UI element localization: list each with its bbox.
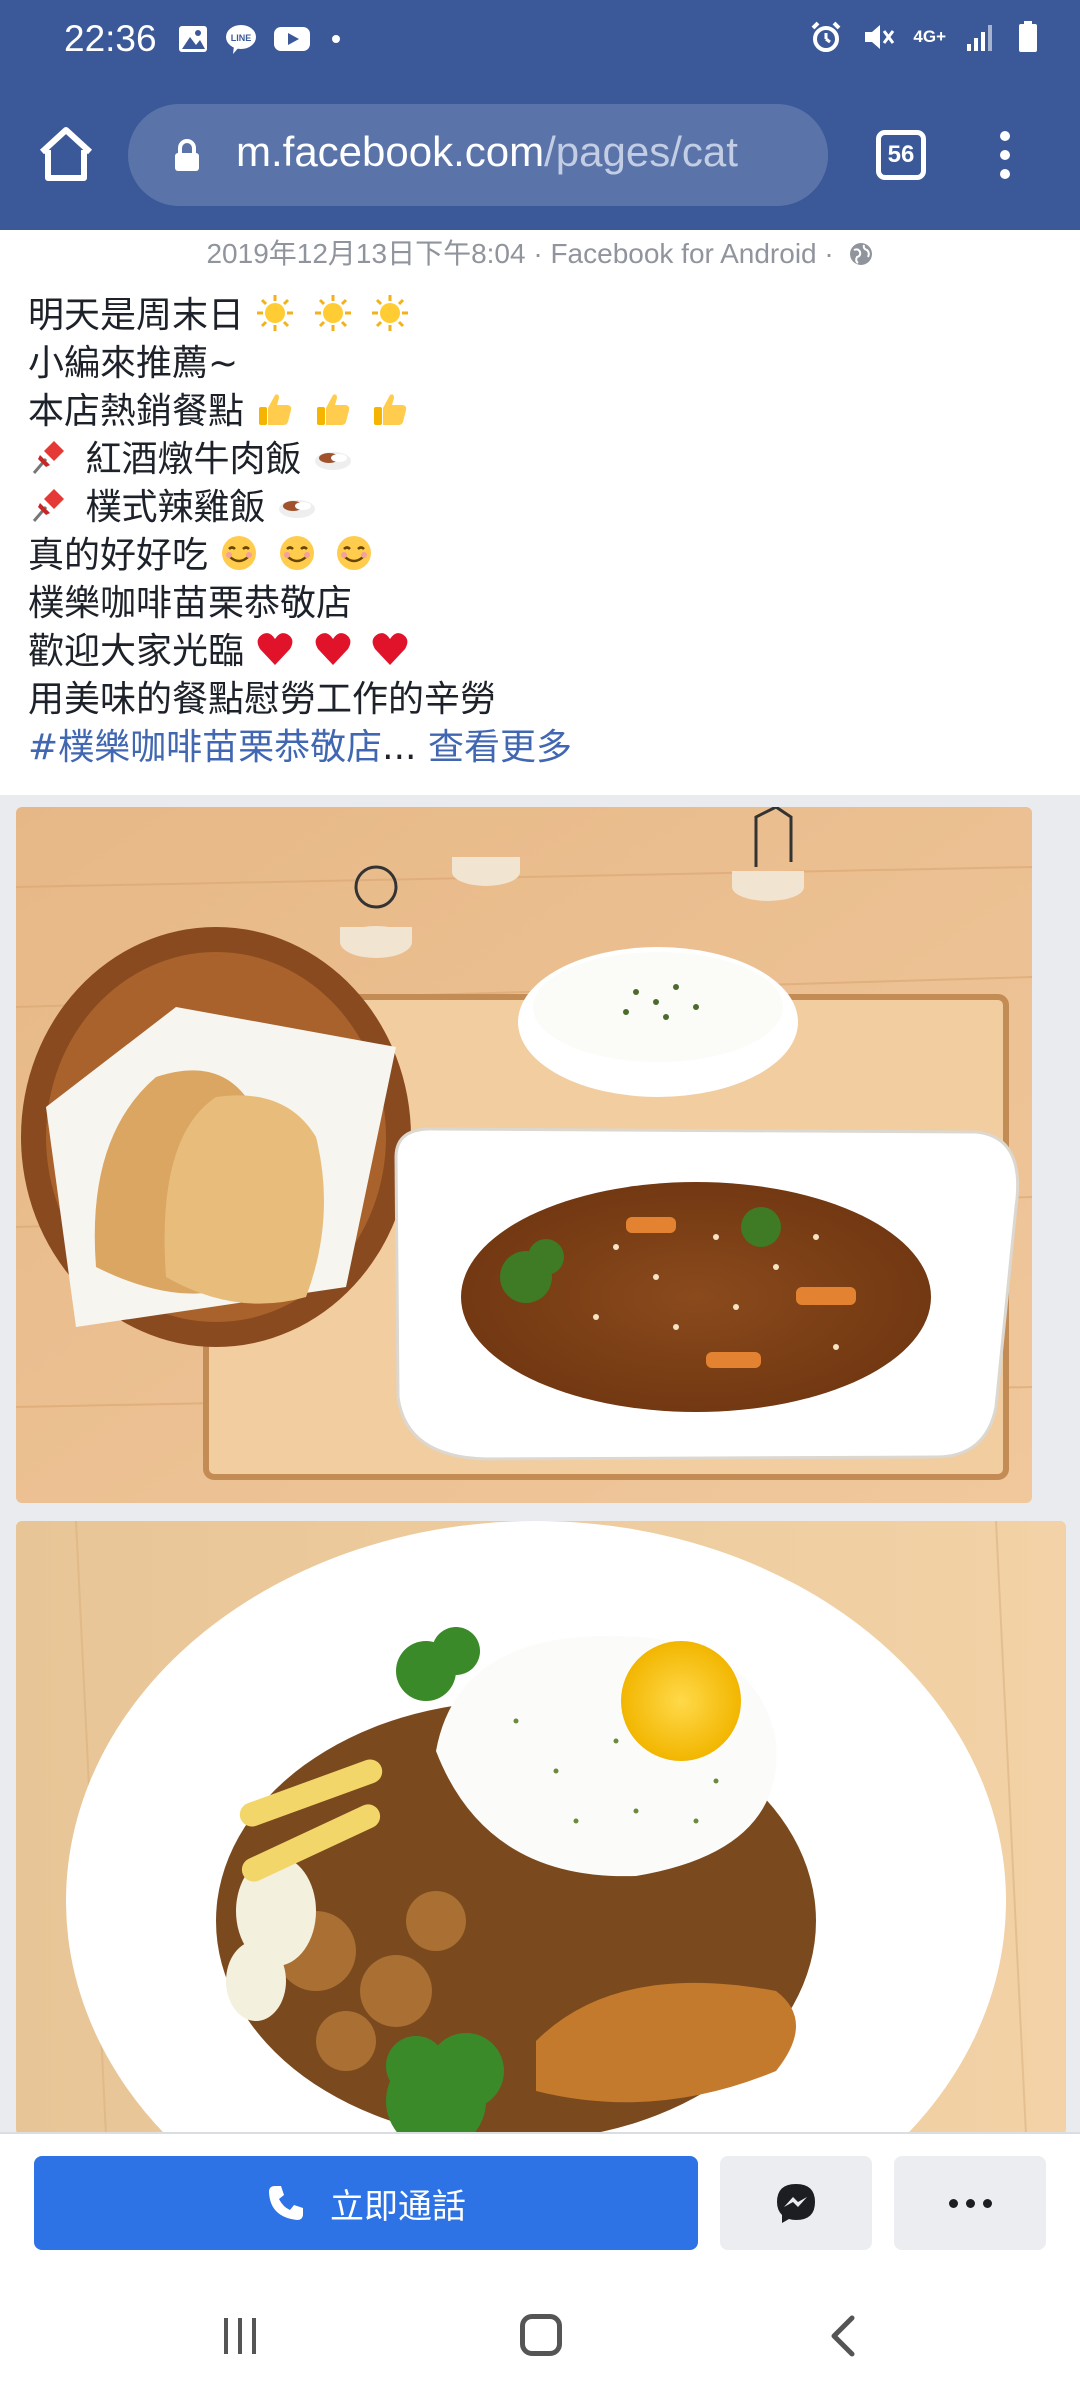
hashtag-link[interactable]: #樸樂咖啡苗栗恭敬店 [28,727,382,768]
smiling-face-emoji-icon [337,536,372,570]
more-notifications-dot-icon [332,35,340,43]
lock-icon [175,139,199,171]
ellipsis: ... [382,727,428,768]
url-toolbar: m.facebook.com/pages/cat 56 [0,100,1080,210]
signal-icon [967,25,992,51]
red-heart-emoji-icon [372,633,408,665]
home-icon[interactable] [34,122,98,186]
line-app-icon: LINE [226,25,256,54]
photo-grid [0,795,1080,2135]
post-line: 小編來推薦~ [28,343,239,384]
home-nav-icon[interactable] [520,2314,562,2356]
red-heart-emoji-icon [258,633,293,665]
curry-rice-emoji-icon [314,452,351,470]
thumbs-up-emoji-icon [259,394,292,425]
sun-emoji-icon [314,295,351,331]
more-options-button[interactable] [894,2156,1046,2250]
thumbs-up-emoji-icon [374,394,407,425]
tab-switcher-button[interactable]: 56 [876,130,926,180]
url-text: m.facebook.com/pages/cat [236,128,738,176]
status-bar: 22:36 LINE 4G+ [0,0,1080,80]
post-photo-curry-chicken-rice[interactable] [16,1521,1066,2135]
page-action-bar: 立即通話 [0,2132,1080,2272]
post-line: 明天是周末日 [28,292,1048,340]
post-line: 樸式辣雞飯 [28,484,1048,532]
curry-rice-emoji-icon [278,500,315,518]
smiling-face-emoji-icon [222,536,257,570]
post-line: 歡迎大家光臨 [28,628,1048,676]
browser-chrome: 22:36 LINE 4G+ m.facebook.com/pages/cat … [0,0,1080,230]
youtube-icon [274,27,310,51]
overflow-menu-icon[interactable] [990,128,1020,184]
post-photo-beef-stew-rice[interactable] [16,807,1032,1503]
post-meta: 2019年12月13日下午8:04 · Facebook for Android… [0,232,1080,272]
back-icon[interactable] [822,2314,866,2358]
post-line: 用美味的餐點慰勞工作的辛勞 [28,679,497,720]
address-bar[interactable]: m.facebook.com/pages/cat [128,104,828,206]
post-line: 紅酒燉牛肉飯 [28,436,1048,484]
call-now-button[interactable]: 立即通話 [34,2156,698,2250]
post-line: #樸樂咖啡苗栗恭敬店... 查看更多 [28,724,1048,772]
post-timestamp: 2019年12月13日下午8:04 · Facebook for Android… [206,238,834,269]
gallery-icon [179,26,207,52]
post-line: 本店熱銷餐點 [28,388,1048,436]
pushpin-emoji-icon [32,489,64,522]
sun-emoji-icon [257,295,294,331]
post-line: 真的好好吃 [28,532,1048,580]
messenger-button[interactable] [720,2156,872,2250]
phone-icon [269,2186,303,2220]
messenger-icon [777,2184,815,2223]
see-more-link[interactable]: 查看更多 [428,727,572,768]
red-heart-emoji-icon [315,633,351,665]
call-now-label: 立即通話 [330,2187,466,2226]
alarm-icon [811,21,841,52]
url-host: m.facebook.com [236,128,545,175]
recent-apps-icon[interactable] [220,2316,260,2356]
post-line: 樸樂咖啡苗栗恭敬店 [28,583,353,624]
status-time: 22:36 [64,18,157,59]
system-icons: 4G+ [809,20,1040,54]
system-navigation-bar [0,2272,1080,2400]
notification-icons: LINE [176,22,346,56]
network-type-label: 4G+ [913,27,946,46]
globe-icon [849,243,872,265]
url-path: /pages/cat [544,128,738,175]
sun-emoji-icon [372,295,409,331]
smiling-face-emoji-icon [279,536,314,570]
battery-icon [1019,21,1037,52]
post-body: 明天是周末日 小編來推薦~ 本店熱銷餐點 紅酒燉牛肉飯 樸式辣雞飯 真的好好吃 … [28,292,1048,772]
svg-text:LINE: LINE [231,33,252,43]
thumbs-up-emoji-icon [316,394,350,425]
pushpin-emoji-icon [32,441,64,474]
mute-icon [865,25,895,49]
